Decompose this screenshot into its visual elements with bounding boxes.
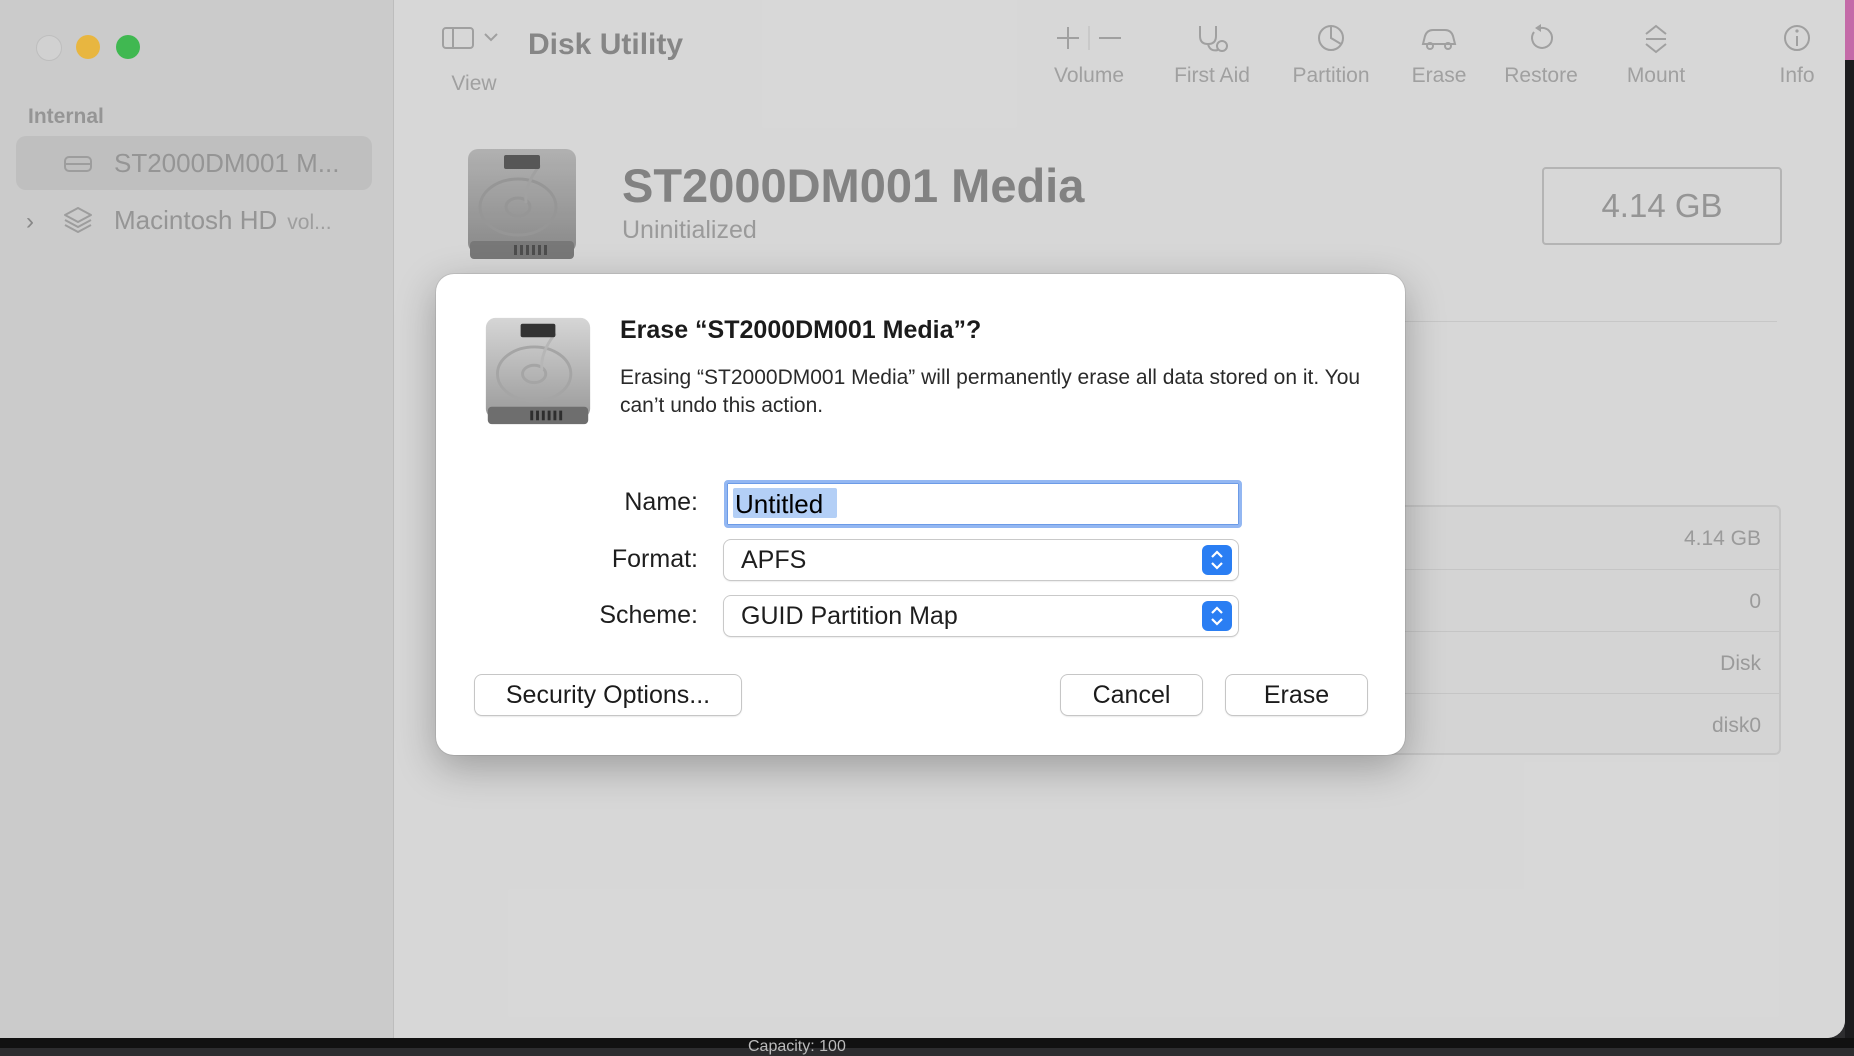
- security-options-button[interactable]: Security Options...: [475, 675, 741, 715]
- desktop-edge-pink: [1845, 0, 1854, 60]
- dialog-message: Erasing “ST2000DM001 Media” will permane…: [620, 366, 1361, 417]
- scheme-popup[interactable]: GUID Partition Map: [724, 596, 1238, 636]
- cancel-button[interactable]: Cancel: [1061, 675, 1202, 715]
- format-popup[interactable]: APFS: [724, 540, 1238, 580]
- background-partial-text: Capacity: 100: [748, 1038, 846, 1055]
- erase-button[interactable]: Erase: [1226, 675, 1367, 715]
- hard-drive-icon: [485, 317, 591, 425]
- desktop-edge: [1845, 0, 1854, 1048]
- name-input[interactable]: [727, 483, 1239, 525]
- erase-dialog: Erase “ST2000DM001 Media”? Erasing “ST20…: [436, 274, 1405, 755]
- dialog-title: Erase “ST2000DM001 Media”?: [620, 316, 982, 344]
- scheme-label: Scheme:: [599, 601, 698, 629]
- name-label: Name:: [624, 488, 698, 516]
- disk-utility-window: Internal ST2000DM001 M... › Macintosh HD…: [0, 0, 1845, 1038]
- desktop-bottom: Capacity: 100: [0, 1038, 1854, 1055]
- format-value: APFS: [741, 546, 807, 574]
- popup-stepper-icon: [1202, 545, 1232, 575]
- name-field[interactable]: [724, 480, 1242, 528]
- scheme-value: GUID Partition Map: [741, 602, 958, 630]
- format-label: Format:: [611, 545, 698, 573]
- popup-stepper-icon: [1202, 601, 1232, 631]
